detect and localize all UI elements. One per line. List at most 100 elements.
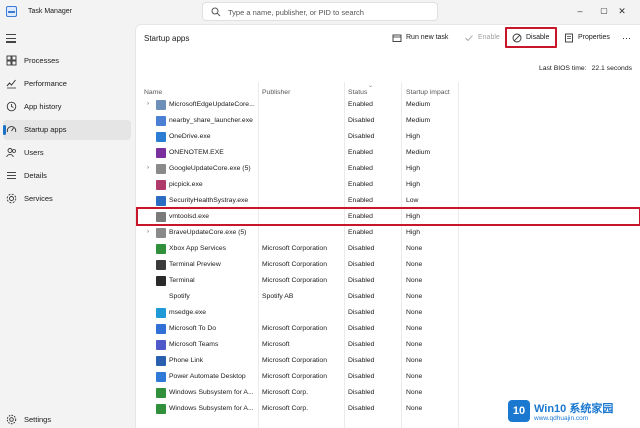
wsa-icon <box>156 404 166 414</box>
sidebar-item-settings[interactable]: Settings <box>3 410 131 428</box>
cell-status: Enabled <box>348 229 373 236</box>
watermark-url: www.qdhuajin.com <box>534 415 589 422</box>
phone-link-icon <box>156 356 166 366</box>
cell-status: Disabled <box>348 341 375 348</box>
run-new-task-button[interactable]: Run new task <box>392 30 454 47</box>
history-clock-icon <box>6 101 17 112</box>
sidebar-item-label: App history <box>24 102 62 111</box>
table-row[interactable]: OneDrive.exe Disabled High <box>136 129 640 145</box>
table-row[interactable]: Spotify Spotify AB Disabled None <box>136 289 640 305</box>
column-header-status[interactable]: Status <box>348 89 367 96</box>
cell-publisher: Microsoft Corporation <box>262 357 327 364</box>
column-header-startup-impact[interactable]: Startup impact <box>406 89 450 96</box>
sidebar-item-label: Processes <box>24 56 60 65</box>
close-button[interactable]: ✕ <box>604 0 640 22</box>
table-row[interactable]: Power Automate Desktop Microsoft Corporat… <box>136 369 640 385</box>
enable-button[interactable]: Enable <box>464 30 502 47</box>
cell-status: Disabled <box>348 117 375 124</box>
watermark-title: Win10 系统家园 <box>534 403 614 415</box>
hamburger-menu-icon[interactable] <box>6 34 16 44</box>
cell-startup-impact: None <box>406 357 423 364</box>
table-row[interactable]: picpick.exe Enabled High <box>136 177 640 193</box>
cell-app-name: Spotify <box>169 293 190 300</box>
cell-app-name: MicrosoftEdgeUpdateCore... <box>169 101 255 108</box>
column-header-name[interactable]: Name <box>144 89 162 96</box>
cell-app-name: Microsoft Teams <box>169 341 219 348</box>
table-row[interactable]: Microsoft To Do Microsoft Corporation Disa… <box>136 321 640 337</box>
sidebar-item-label: Performance <box>24 79 67 88</box>
cell-status: Disabled <box>348 261 375 268</box>
expand-chevron-icon[interactable]: › <box>147 101 149 107</box>
table-row[interactable]: msedge.exe Disabled None <box>136 305 640 321</box>
cell-app-name: Windows Subsystem for A... <box>169 389 254 396</box>
cell-status: Disabled <box>348 245 375 252</box>
cell-startup-impact: Low <box>406 197 419 204</box>
expand-chevron-icon[interactable]: › <box>147 165 149 171</box>
table-row[interactable]: Terminal Microsoft Corporation Disabled Non… <box>136 273 640 289</box>
table-row[interactable]: Xbox App Services Microsoft Corporation Di… <box>136 241 640 257</box>
cell-publisher: Microsoft <box>262 341 290 348</box>
more-options-button[interactable]: ··· <box>622 33 636 50</box>
cell-startup-impact: None <box>406 293 423 300</box>
table-row[interactable]: › BraveUpdateCore.exe (5) Enabled High <box>136 225 640 241</box>
properties-button[interactable]: Properties <box>564 30 614 47</box>
table-row[interactable]: › GoogleUpdateCore.exe (5) Enabled High <box>136 161 640 177</box>
processes-grid-icon <box>6 55 17 66</box>
cell-startup-impact: High <box>406 181 420 188</box>
onedrive-cloud-icon <box>156 132 166 142</box>
column-header-publisher[interactable]: Publisher <box>262 89 290 96</box>
sidebar-item-app-history[interactable]: App history <box>3 97 131 117</box>
table-row[interactable]: Microsoft Teams Microsoft Disabled None <box>136 337 640 353</box>
cell-publisher: Microsoft Corporation <box>262 373 327 380</box>
table-row[interactable]: ONENOTEM.EXE Enabled Medium <box>136 145 640 161</box>
cell-publisher: Microsoft Corporation <box>262 245 327 252</box>
expand-chevron-icon[interactable]: › <box>147 229 149 235</box>
sidebar-item-label: Users <box>24 148 44 157</box>
services-puzzle-icon <box>6 193 17 204</box>
table-row[interactable]: › MicrosoftEdgeUpdateCore... Enabled Medium <box>136 97 640 113</box>
sort-chevron-down-icon: ⌄ <box>368 83 374 89</box>
enable-label: Enable <box>478 34 500 41</box>
table-row[interactable]: nearby_share_launcher.exe Disabled Medium <box>136 113 640 129</box>
cell-app-name: Terminal <box>169 277 195 284</box>
search-input[interactable] <box>228 6 433 18</box>
gear-icon <box>6 414 17 425</box>
disable-button-highlight <box>505 27 557 48</box>
task-manager-app-icon <box>6 6 17 17</box>
google-update-icon <box>156 164 166 174</box>
cell-app-name: Phone Link <box>169 357 204 364</box>
performance-chart-icon <box>6 79 16 89</box>
cell-status: Disabled <box>348 293 375 300</box>
search-box[interactable] <box>202 2 438 21</box>
edge-browser-icon <box>156 308 166 318</box>
cell-app-name: GoogleUpdateCore.exe (5) <box>169 165 251 172</box>
cell-status: Disabled <box>348 357 375 364</box>
table-row[interactable]: Phone Link Microsoft Corporation Disabled N… <box>136 353 640 369</box>
terminal-icon <box>156 276 166 286</box>
cell-status: Disabled <box>348 405 375 412</box>
cell-startup-impact: None <box>406 245 423 252</box>
table-row[interactable]: Terminal Preview Microsoft Corporation Dis… <box>136 257 640 273</box>
sidebar-item-processes[interactable]: Processes <box>3 51 131 71</box>
sidebar-item-services[interactable]: Services <box>3 189 131 209</box>
cell-status: Disabled <box>348 277 375 284</box>
users-icon <box>6 148 16 158</box>
bios-time: Last BIOS time: 22.1 seconds <box>539 65 632 72</box>
bios-time-label: Last BIOS time: <box>538 65 587 72</box>
sidebar-item-details[interactable]: Details <box>3 166 131 186</box>
cell-publisher: Microsoft Corporation <box>262 261 327 268</box>
sidebar-item-startup-apps[interactable]: Startup apps <box>3 120 131 140</box>
cell-status: Disabled <box>348 389 375 396</box>
cell-startup-impact: Medium <box>406 117 431 124</box>
teams-icon <box>156 340 166 350</box>
cell-status: Enabled <box>348 149 373 156</box>
cell-startup-impact: None <box>406 277 423 284</box>
sidebar-item-label: Details <box>24 171 47 180</box>
sidebar-item-users[interactable]: Users <box>3 143 131 163</box>
cell-startup-impact: High <box>406 165 420 172</box>
run-new-task-label: Run new task <box>406 34 449 41</box>
sidebar-item-performance[interactable]: Performance <box>3 74 131 94</box>
edge-update-icon <box>156 100 166 110</box>
todo-check-icon <box>156 324 166 334</box>
cell-app-name: Power Automate Desktop <box>169 373 246 380</box>
